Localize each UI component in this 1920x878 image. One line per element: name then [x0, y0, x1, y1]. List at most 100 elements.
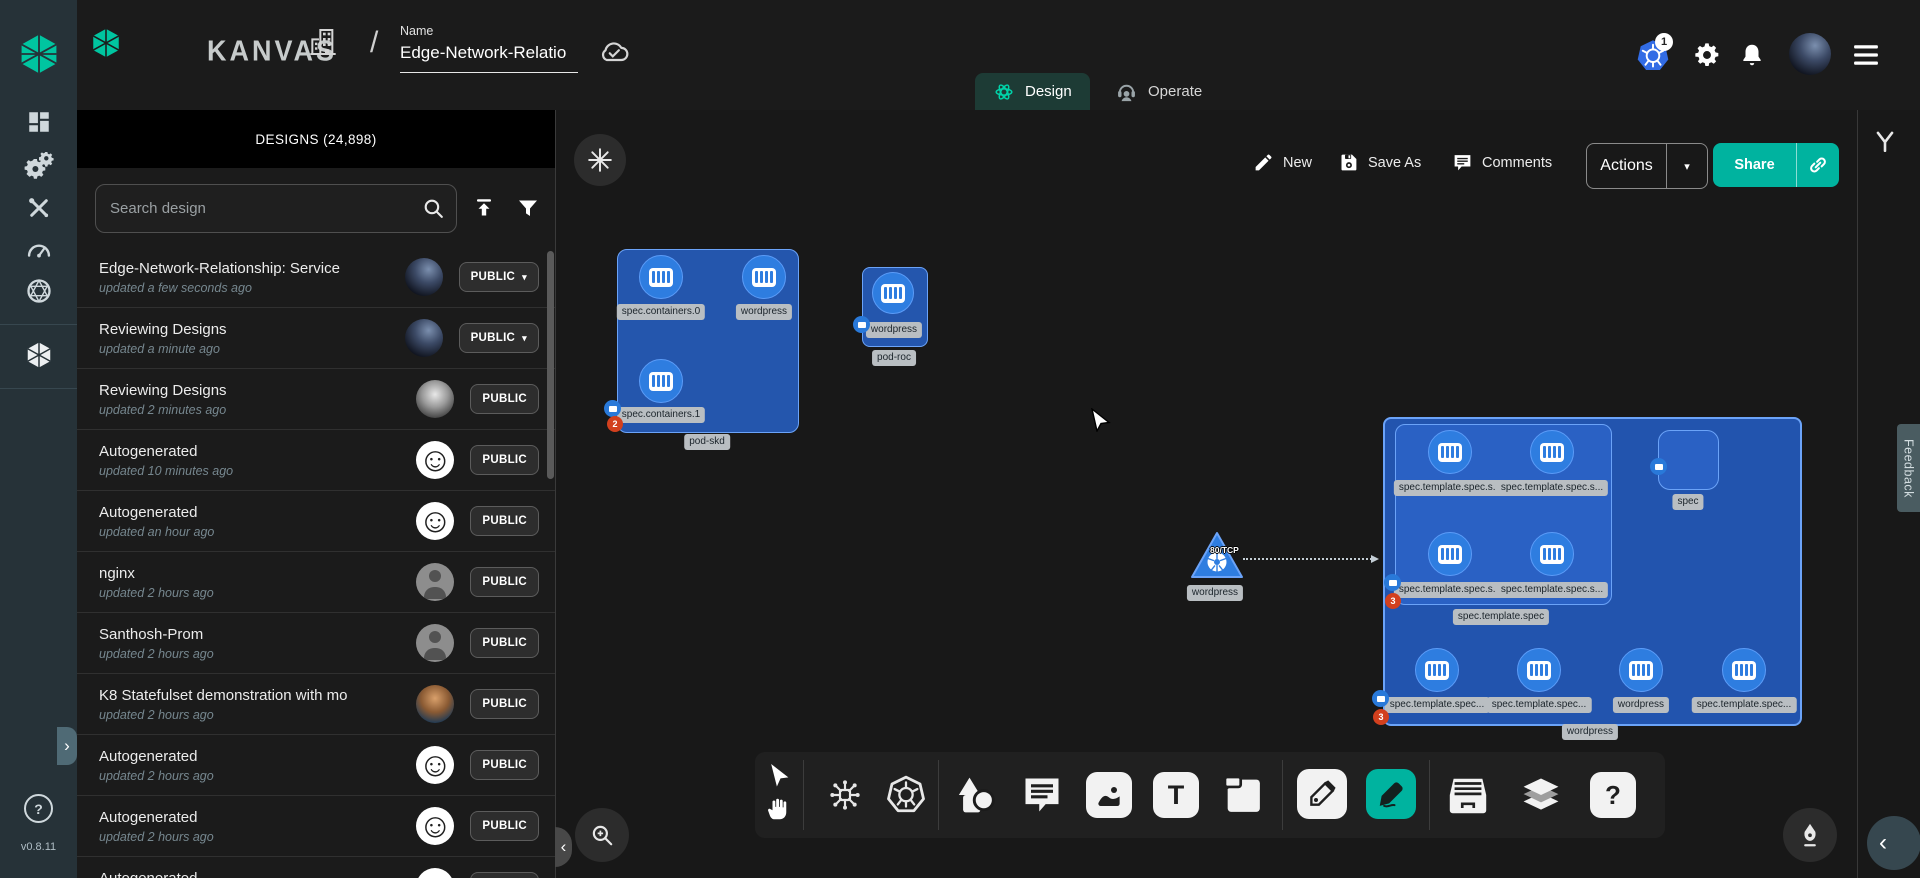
design-title: Autogenerated — [99, 748, 416, 765]
visibility-badge[interactable]: PUBLIC — [470, 689, 539, 719]
design-list-item[interactable]: Autogenerated updated an hour ago PUBLIC — [77, 491, 555, 552]
canvas-home-button[interactable] — [574, 134, 626, 186]
container-node[interactable] — [872, 272, 914, 314]
settings-gear-icon[interactable] — [1693, 41, 1721, 69]
design-list-item[interactable]: Edge-Network-Relationship: Service updat… — [77, 247, 555, 308]
kubernetes-components-tool[interactable] — [885, 774, 927, 816]
hamburger-menu-icon[interactable] — [1853, 43, 1879, 67]
design-list-item[interactable]: Reviewing Designs updated 2 minutes ago … — [77, 369, 555, 430]
help-icon[interactable]: ? — [24, 794, 53, 823]
right-panel-chevron[interactable]: ‹ — [1867, 816, 1920, 870]
visibility-badge[interactable]: PUBLIC — [470, 506, 539, 536]
relationships-tool[interactable] — [825, 775, 865, 815]
search-input[interactable] — [96, 185, 456, 232]
design-title: nginx — [99, 565, 416, 582]
design-list-item[interactable]: Autogenerated updated 2 hours ago PUBLIC — [77, 735, 555, 796]
component-drawer-tool[interactable] — [1445, 772, 1491, 818]
save-as-button[interactable]: Save As — [1338, 152, 1421, 173]
panel-expand-chevron[interactable]: › — [57, 727, 77, 765]
new-design-button[interactable]: New — [1253, 152, 1312, 173]
performance-gauge-icon[interactable] — [25, 238, 53, 260]
chevron-down-icon: ▾ — [522, 273, 527, 282]
error-count-badge[interactable]: 3 — [1373, 709, 1389, 725]
design-list-item[interactable]: nginx updated 2 hours ago PUBLIC — [77, 552, 555, 613]
meshery-logo-icon[interactable] — [17, 30, 61, 78]
container-node[interactable] — [1619, 648, 1663, 692]
layers-tool[interactable] — [1519, 773, 1563, 817]
notifications-bell-icon[interactable] — [1739, 42, 1765, 68]
design-list-item[interactable]: Autogenerated updated 2 hours ago PUBLIC — [77, 796, 555, 857]
design-list-item[interactable]: Santhosh-Prom updated 2 hours ago PUBLIC — [77, 613, 555, 674]
container-node[interactable] — [1530, 532, 1574, 576]
kanvas-rail-icon[interactable] — [24, 339, 54, 371]
select-cursor-tool[interactable] — [768, 763, 791, 788]
container-node[interactable] — [639, 359, 683, 403]
merge-branch-icon[interactable] — [1872, 128, 1898, 154]
container-node[interactable] — [1722, 648, 1766, 692]
panel-scrollbar[interactable] — [547, 251, 554, 479]
visibility-badge[interactable]: PUBLIC — [470, 811, 539, 841]
visibility-badge[interactable]: PUBLIC — [470, 567, 539, 597]
caret-down-icon[interactable]: ▾ — [1667, 160, 1707, 173]
toolkit-icon[interactable] — [25, 195, 52, 222]
visibility-badge[interactable]: PUBLIC — [470, 750, 539, 780]
design-updated: updated 2 hours ago — [99, 708, 416, 722]
tab-operate[interactable]: Operate — [1097, 73, 1220, 110]
freehand-draw-tool-active[interactable] — [1366, 769, 1416, 819]
container-node[interactable] — [742, 255, 786, 299]
feedback-tab[interactable]: Feedback — [1897, 424, 1920, 512]
visibility-badge[interactable]: PUBLIC — [470, 628, 539, 658]
filter-icon[interactable] — [511, 184, 545, 231]
search-icon[interactable] — [421, 196, 446, 221]
design-list-item[interactable]: Reviewing Designs updated a minute ago P… — [77, 308, 555, 369]
container-label: spec.containers.0 — [617, 304, 705, 320]
text-tool[interactable]: T — [1153, 772, 1199, 818]
comment-icon — [1452, 152, 1473, 173]
visibility-badge[interactable]: PUBLIC ▾ — [459, 262, 539, 292]
context-count-badge: 1 — [1655, 33, 1673, 51]
help-tool[interactable]: ? — [1590, 772, 1636, 818]
design-updated: updated 2 hours ago — [99, 769, 416, 783]
actions-button[interactable]: Actions ▾ — [1586, 143, 1708, 189]
container-node[interactable] — [1415, 648, 1459, 692]
tab-design[interactable]: Design — [975, 73, 1090, 110]
visibility-badge[interactable]: PUBLIC — [470, 445, 539, 475]
zoom-in-button[interactable] — [575, 808, 629, 862]
design-name-input[interactable]: Edge-Network-Relatio — [400, 43, 578, 73]
search-box[interactable] — [95, 184, 457, 233]
shapes-tool[interactable] — [953, 773, 997, 817]
container-node[interactable] — [1428, 532, 1472, 576]
error-count-badge[interactable]: 2 — [607, 416, 623, 432]
container-node[interactable] — [1530, 430, 1574, 474]
visibility-badge[interactable]: PUBLIC — [470, 384, 539, 414]
copy-link-icon[interactable] — [1797, 154, 1839, 176]
visibility-badge[interactable]: PUBLIC — [470, 872, 539, 878]
share-button[interactable]: Share — [1713, 143, 1839, 187]
design-title: Autogenerated — [99, 504, 416, 521]
lifecycle-gears-icon[interactable] — [24, 151, 54, 179]
image-tool[interactable] — [1086, 772, 1132, 818]
container-node[interactable] — [639, 255, 683, 299]
comments-button[interactable]: Comments — [1452, 152, 1552, 173]
mesh-sphere-icon[interactable] — [25, 277, 53, 305]
user-avatar[interactable] — [1789, 33, 1831, 75]
toolbar-collapse-chevron[interactable]: ‹ — [555, 827, 572, 867]
organization-icon[interactable] — [307, 26, 339, 58]
container-node[interactable] — [1517, 648, 1561, 692]
comment-tool[interactable] — [1020, 773, 1064, 817]
tab-operate-label: Operate — [1148, 83, 1202, 100]
import-design-icon[interactable] — [467, 184, 501, 231]
visibility-badge[interactable]: PUBLIC ▾ — [459, 323, 539, 353]
pen-tool[interactable] — [1297, 769, 1347, 819]
dashboard-icon[interactable] — [26, 109, 52, 135]
container-node[interactable] — [1428, 430, 1472, 474]
design-list-item[interactable]: Autogenerated updated 10 minutes ago PUB… — [77, 430, 555, 491]
error-count-badge[interactable]: 3 — [1385, 593, 1401, 609]
design-list-item[interactable]: Autogenerated updated 2 hours ago PUBLIC — [77, 857, 555, 878]
service-node[interactable] — [1189, 530, 1245, 582]
pen-mode-button[interactable] — [1783, 808, 1837, 862]
pan-hand-tool[interactable] — [766, 796, 792, 822]
spec-node[interactable] — [1658, 430, 1719, 490]
design-list-item[interactable]: K8 Statefulset demonstration with mo upd… — [77, 674, 555, 735]
frame-tool[interactable] — [1220, 772, 1266, 818]
